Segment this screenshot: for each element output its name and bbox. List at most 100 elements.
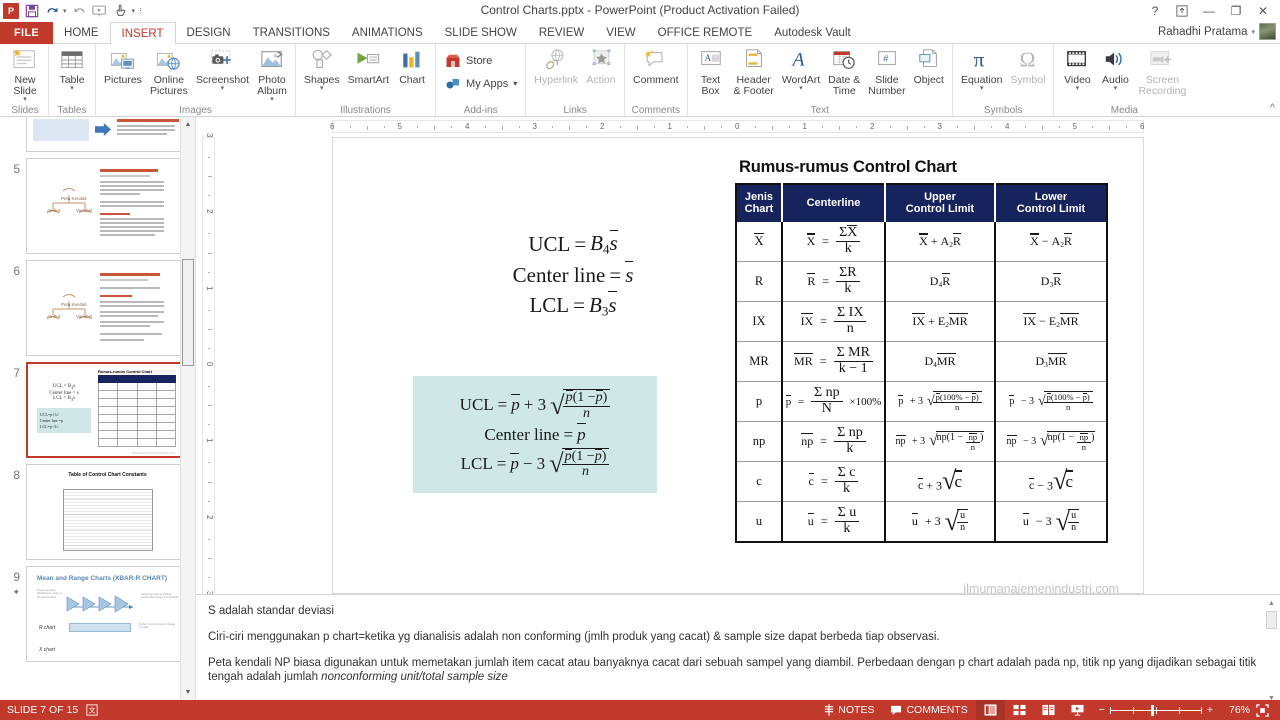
account-caret[interactable]: ▾	[1251, 28, 1255, 36]
screenshot-button[interactable]: Screenshot ▾	[192, 46, 253, 104]
zoom-level-label[interactable]: 76%	[1220, 704, 1250, 716]
audio-dropdown-caret[interactable]: ▾	[1114, 85, 1118, 92]
zoom-out-button[interactable]: −	[1099, 704, 1105, 716]
table-row: c c = Σ ck c + 3 √ c c − 3 √ c	[735, 461, 1108, 502]
restore-button[interactable]: ❐	[1223, 1, 1249, 20]
thumbnail-slide-4[interactable]	[26, 117, 189, 152]
pictures-button[interactable]: Pictures	[100, 46, 146, 104]
store-button[interactable]: Store	[440, 49, 496, 72]
language-icon[interactable]: 文	[86, 704, 98, 716]
zoom-in-button[interactable]: +	[1207, 704, 1213, 716]
table-dropdown-caret[interactable]: ▾	[70, 85, 74, 92]
wordart-dropdown-caret[interactable]: ▾	[799, 85, 803, 92]
hyperlink-button[interactable]: Hyperlink	[530, 46, 582, 104]
thumbnail-item-5[interactable]: 5 Peta Kendali Atribut Variabel	[0, 155, 195, 257]
thumbnail-item-6[interactable]: 6 Peta Kendali Atribut Variabel	[0, 257, 195, 359]
thumbnail-slide-8[interactable]: Table of Control Chart Constants X-bar C…	[26, 464, 189, 560]
thumbnail-scroll-down-icon[interactable]: ▼	[181, 685, 195, 700]
equation-dropdown-caret[interactable]: ▾	[980, 85, 984, 92]
comments-toggle-button[interactable]: COMMENTS	[882, 700, 975, 720]
tab-animations[interactable]: ANIMATIONS	[341, 22, 434, 44]
new-slide-button[interactable]: New Slide ▾	[6, 46, 44, 104]
tab-autodesk-vault[interactable]: Autodesk Vault	[763, 22, 862, 44]
notes-pane[interactable]: S adalah standar deviasi Ciri-ciri mengg…	[196, 594, 1280, 706]
account-area[interactable]: Rahadhi Pratama ▾	[1158, 23, 1276, 40]
object-button[interactable]: Object	[910, 46, 948, 104]
thumbnail-item-8[interactable]: 8 Table of Control Chart Constants X-bar…	[0, 461, 195, 563]
smartart-button[interactable]: SmartArt	[344, 46, 393, 104]
help-icon[interactable]: ?	[1142, 1, 1168, 20]
my-apps-button[interactable]: My Apps ▾	[440, 72, 521, 95]
photo-album-button[interactable]: Photo Album ▾	[253, 46, 291, 104]
horizontal-ruler[interactable]: 6 5 4 3 2 1 0 1 2 3 4 5 6	[196, 117, 1280, 135]
comment-button[interactable]: Comment	[629, 46, 683, 104]
tab-design[interactable]: DESIGN	[176, 22, 242, 44]
zoom-slider-handle[interactable]	[1150, 704, 1154, 716]
tab-slide-show[interactable]: SLIDE SHOW	[434, 22, 528, 44]
thumbnail-slide-9[interactable]: Mean and Range Charts (XBAR-R CHART) Tho…	[26, 566, 189, 662]
tab-review[interactable]: REVIEW	[528, 22, 595, 44]
screen-recording-button[interactable]: Screen Recording	[1134, 46, 1190, 104]
thumbnail-scrollbar-thumb[interactable]	[182, 259, 194, 366]
online-pictures-button[interactable]: Online Pictures	[146, 46, 192, 104]
slide-indicator[interactable]: SLIDE 7 OF 15	[7, 704, 78, 716]
notes-scrollbar-thumb[interactable]	[1266, 611, 1277, 629]
thumbnail-number-9: 9 ✦	[12, 570, 20, 597]
close-button[interactable]: ✕	[1250, 1, 1276, 20]
tab-transitions[interactable]: TRANSITIONS	[242, 22, 341, 44]
date-time-button[interactable]: Date & Time	[824, 46, 864, 104]
fit-slide-to-window-button[interactable]	[1250, 703, 1275, 717]
photo-album-dropdown-caret[interactable]: ▾	[270, 96, 274, 103]
chart-icon	[399, 47, 426, 73]
new-slide-dropdown-caret[interactable]: ▾	[23, 96, 27, 103]
table-button[interactable]: Table ▾	[53, 46, 91, 104]
collapse-ribbon-button[interactable]: ^	[1270, 102, 1275, 114]
thumbnail-scrollbar[interactable]: ▲ ▼	[180, 117, 195, 700]
tab-insert[interactable]: INSERT	[109, 22, 176, 45]
text-box-icon: A	[698, 47, 724, 73]
zoom-track[interactable]	[1109, 704, 1202, 716]
tab-view[interactable]: VIEW	[595, 22, 646, 44]
screenshot-dropdown-caret[interactable]: ▾	[221, 85, 225, 92]
tab-file[interactable]: FILE	[0, 22, 54, 44]
audio-button[interactable]: Audio ▾	[1096, 46, 1134, 104]
equation-button[interactable]: π Equation ▾	[957, 46, 1006, 104]
slide-number-button[interactable]: # Slide Number	[864, 46, 909, 104]
formula-block-p-chart[interactable]: UCL = p + 3 √ p(1 −p) n Center line = p LCL =…	[413, 376, 657, 493]
control-chart-table-image[interactable]: Rumus-rumus Control Chart Jenis Chart Cen…	[735, 158, 1125, 596]
video-dropdown-caret[interactable]: ▾	[1076, 85, 1080, 92]
shapes-button[interactable]: Shapes ▾	[300, 46, 344, 104]
header-footer-button[interactable]: Header & Footer	[730, 46, 778, 104]
wordart-button[interactable]: A WordArt ▾	[778, 46, 824, 104]
text-box-button[interactable]: A Text Box	[692, 46, 730, 104]
symbol-button[interactable]: Ω Symbol	[1006, 46, 1049, 104]
video-button[interactable]: Video ▾	[1058, 46, 1096, 104]
view-slide-sorter-button[interactable]	[1005, 700, 1034, 720]
view-normal-button[interactable]	[975, 700, 1005, 720]
view-reading-button[interactable]	[1034, 700, 1063, 720]
thumbnail-item-4[interactable]: 4	[0, 117, 195, 155]
my-apps-dropdown-caret[interactable]: ▾	[513, 79, 517, 88]
tab-office-remote[interactable]: OFFICE REMOTE	[647, 22, 764, 44]
view-slideshow-button[interactable]	[1063, 700, 1092, 720]
thumbnail-item-7[interactable]: 7 UCL = B4s Center line = s LCL = B3s UCL=…	[0, 359, 195, 461]
formula-block-s-chart[interactable]: UCL = B4s Center line = s LCL = B3s	[433, 229, 713, 319]
thumbnail-slide-5[interactable]: Peta Kendali Atribut Variabel	[26, 158, 189, 254]
minimize-button[interactable]: —	[1196, 1, 1222, 20]
chart-button[interactable]: Chart	[393, 46, 431, 104]
action-button[interactable]: Action	[582, 46, 620, 104]
ribbon-display-options-icon[interactable]	[1169, 1, 1195, 20]
zoom-slider[interactable]: − +	[1092, 704, 1220, 716]
thumbnail-slide-6[interactable]: Peta Kendali Atribut Variabel	[26, 260, 189, 356]
shapes-dropdown-caret[interactable]: ▾	[320, 85, 324, 92]
tab-home[interactable]: HOME	[53, 22, 110, 44]
notes-toggle-button[interactable]: NOTES	[816, 700, 882, 720]
slide-canvas[interactable]: UCL = B4s Center line = s LCL = B3s UCL …	[332, 137, 1144, 596]
avatar[interactable]	[1259, 23, 1276, 40]
notes-scroll-up-icon[interactable]: ▲	[1265, 597, 1278, 609]
normal-view-icon	[984, 704, 997, 716]
thumbnail-scroll-up-icon[interactable]: ▲	[181, 117, 195, 132]
thumbnail-slide-7[interactable]: UCL = B4s Center line = s LCL = B3s UCL=p+…	[26, 362, 189, 458]
notes-scrollbar[interactable]: ▲ ▼	[1265, 597, 1278, 704]
thumbnail-item-9[interactable]: 9 ✦ Mean and Range Charts (XBAR-R CHART)…	[0, 563, 195, 665]
